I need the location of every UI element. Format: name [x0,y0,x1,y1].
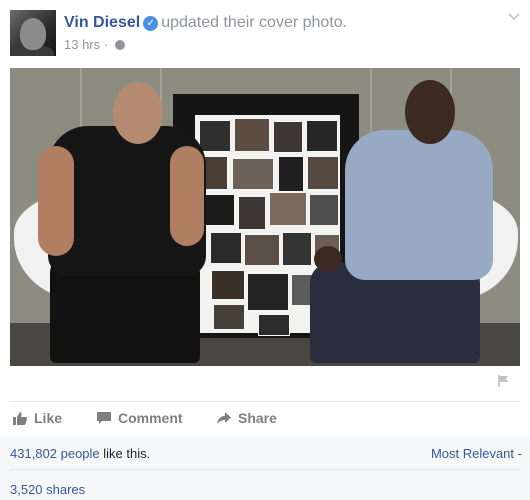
post-action-bar: Like Comment Share [10,404,520,434]
share-count[interactable]: 3,520 shares [10,482,85,497]
author-avatar[interactable] [10,10,56,56]
share-button[interactable]: Share [216,410,277,430]
author-name[interactable]: Vin Diesel [64,14,140,31]
post-summary: 431,802 people like this. Most Relevant … [0,436,530,500]
feed-post: Vin Diesel ✓ updated their cover photo. 13… [0,0,530,500]
cover-photo[interactable] [10,68,520,366]
post-meta: 13 hrs · [64,37,125,52]
sort-arrow: - [517,446,522,461]
comment-button[interactable]: Comment [96,410,183,430]
meta-separator: · [103,37,109,52]
like-count: 431,802 people like this. [10,446,150,461]
summary-divider [10,469,520,470]
verified-badge-icon: ✓ [143,16,159,31]
flag-icon[interactable] [497,374,511,388]
share-arrow-icon [217,412,231,424]
comment-bubble-icon [97,412,111,424]
likes-suffix: like this. [99,446,151,461]
like-button[interactable]: Like [12,410,62,430]
post-header: Vin Diesel ✓ updated their cover photo. [64,14,347,32]
thumbs-up-icon [13,412,27,425]
sort-label: Most Relevant [430,446,515,461]
chevron-down-icon[interactable] [507,10,521,24]
like-label: Like [34,410,63,426]
globe-icon[interactable] [114,40,125,50]
likes-link[interactable]: 431,802 people [10,446,100,461]
divider [10,401,520,402]
post-timestamp[interactable]: 13 hrs [64,37,100,52]
post-action-text: updated their cover photo. [161,14,348,31]
comment-label: Comment [118,410,183,426]
sort-dropdown[interactable]: Most Relevant - [431,446,522,461]
share-label: Share [238,410,277,426]
